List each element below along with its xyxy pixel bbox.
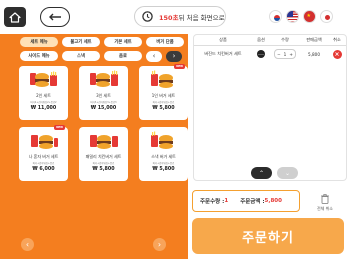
burger-set-image: [29, 71, 57, 87]
menu-item-desc: 버거3+감자튀김3+음료3: [90, 101, 117, 104]
cart-header: 상품 옵션 수량 판매금액 취소: [194, 35, 346, 46]
menu-grid: 2인 세트 버거2+감자튀김2+음료2 ₩ 11,000 3인 세트 버거3+감…: [19, 64, 188, 181]
order-button[interactable]: 주문하기: [192, 218, 344, 254]
menu-item-name: 1인 버거 세트: [151, 93, 176, 98]
timeout-timer: 150초 뒤 처음 화면으로: [134, 6, 226, 27]
category-next-button[interactable]: ›: [166, 51, 182, 62]
menu-item-name: 2인 세트: [36, 93, 51, 98]
quantity-stepper: − 1 +: [274, 49, 296, 59]
header-cancel: 취소: [333, 37, 341, 42]
option-button[interactable]: …: [257, 50, 265, 58]
burger-set-image: [89, 135, 118, 149]
chevron-right-icon: ›: [157, 239, 162, 249]
arrow-left-icon: [49, 13, 61, 21]
category-set-menu[interactable]: 세트 메뉴: [20, 37, 58, 47]
menu-item-desc: 버거2+감자튀김2+음료2: [30, 101, 57, 104]
order-summary: 주문수량 : 1 주문금액 : 5,800: [192, 190, 300, 212]
category-bulgogi-set[interactable]: 불고기 세트: [62, 37, 100, 47]
cart-scroll-buttons: ⌃ ⌄: [251, 167, 298, 179]
trash-icon: [321, 194, 329, 204]
menu-item-card[interactable]: 패밀리 치킨버거 세트 버거+감자튀김+음료 ₩ 5,800: [79, 127, 128, 181]
amount-value: 5,800: [264, 198, 282, 204]
chevron-down-icon: ⌄: [284, 169, 291, 177]
menu-item-name: 패밀리 치킨버거 세트: [85, 154, 122, 159]
order-button-label: 주문하기: [242, 230, 294, 246]
scroll-up-button[interactable]: ⌃: [251, 167, 272, 179]
menu-item-card[interactable]: NEW 1인 버거 세트 버거+감자튀김+음료 ₩ 5,800: [139, 64, 188, 120]
language-selector: ★: [269, 10, 333, 23]
chevron-up-icon: ⌃: [258, 169, 265, 177]
top-bar: 150초 뒤 처음 화면으로 ★: [0, 0, 354, 34]
category-snack[interactable]: 스낵: [62, 51, 100, 61]
timer-text: 뒤 처음 화면으로: [178, 13, 225, 22]
category-side-menu[interactable]: 사이드 메뉴: [20, 51, 58, 61]
menu-item-desc: 버거+감자튀김+음료: [152, 101, 175, 104]
header-quantity: 수량: [281, 37, 289, 42]
clear-all-label: 전체 취소: [317, 206, 333, 211]
amount-label: 주문금액 :: [240, 199, 265, 205]
cart-item-row: 버진드 치킨버거 세트 … − 1 + 5,800 ×: [194, 46, 346, 62]
category-drinks[interactable]: 음료: [104, 51, 142, 61]
menu-item-price: ₩ 11,000: [30, 106, 57, 111]
usa-flag-icon[interactable]: [286, 10, 299, 23]
menu-item-price: ₩ 5,800: [152, 167, 175, 172]
home-icon: [9, 11, 21, 23]
qty-value: 1: [224, 198, 229, 204]
korean-flag-icon[interactable]: [269, 10, 282, 23]
remove-item-button[interactable]: ×: [332, 49, 342, 59]
chevron-left-icon: ‹: [25, 239, 30, 249]
header-price: 판매금액: [306, 37, 322, 42]
menu-item-desc: 버거+감자튀김+음료: [152, 162, 175, 165]
burger-set-image: [150, 70, 173, 88]
clear-all-button[interactable]: 전체 취소: [308, 194, 342, 212]
category-burger-single[interactable]: 버거 단품: [146, 37, 184, 47]
menu-item-card[interactable]: NEW 나 혼자 버거 세트 버거+감자튀김+음료 ₩ 6,000: [19, 125, 68, 181]
menu-item-card[interactable]: 3인 세트 버거3+감자튀김3+음료3 ₩ 15,000: [79, 66, 128, 120]
category-row-2: 사이드 메뉴 스낵 음료 ‹ ›: [20, 51, 182, 62]
menu-item-name: 나 혼자 버거 세트: [28, 154, 59, 159]
clock-icon: [142, 11, 153, 22]
page-prev-button[interactable]: ‹: [21, 238, 34, 251]
timer-seconds: 150초: [159, 13, 179, 22]
burger-set-image: [30, 135, 58, 149]
china-flag-icon[interactable]: ★: [303, 10, 316, 23]
menu-item-price: ₩ 6,000: [32, 167, 55, 172]
menu-panel: 세트 메뉴 불고기 세트 기본 세트 버거 단품 사이드 메뉴 스낵 음료 ‹ …: [0, 34, 188, 259]
home-button[interactable]: [4, 7, 26, 27]
minus-button[interactable]: −: [277, 52, 281, 57]
back-button[interactable]: [40, 7, 70, 27]
burger-set-image: [89, 70, 118, 87]
menu-item-desc: 버거+감자튀김+음료: [32, 162, 55, 165]
category-row-1: 세트 메뉴 불고기 세트 기본 세트 버거 단품: [20, 37, 184, 47]
header-product: 상품: [219, 37, 227, 42]
page-next-button[interactable]: ›: [153, 238, 166, 251]
menu-item-name: 스낵 버거 세트: [151, 154, 176, 159]
menu-item-card[interactable]: 2인 세트 버거2+감자튀김2+음료2 ₩ 11,000: [19, 66, 68, 120]
burger-set-image: [150, 131, 173, 149]
header-option: 옵션: [257, 37, 265, 42]
plus-button[interactable]: +: [289, 52, 293, 57]
cart-panel: 상품 옵션 수량 판매금액 취소 버진드 치킨버거 세트 … − 1 + 5,8…: [188, 34, 354, 259]
menu-item-price: ₩ 5,800: [152, 106, 175, 111]
menu-item-name: 3인 세트: [96, 93, 111, 98]
menu-item-price: ₩ 5,800: [92, 167, 115, 172]
category-basic-set[interactable]: 기본 세트: [104, 37, 142, 47]
cart-list: 상품 옵션 수량 판매금액 취소 버진드 치킨버거 세트 … − 1 + 5,8…: [193, 34, 347, 181]
scroll-down-button[interactable]: ⌄: [277, 167, 298, 179]
qty-label: 주문수량 :: [200, 199, 225, 205]
menu-item-price: ₩ 15,000: [90, 106, 117, 111]
cart-item-price: 5,800: [308, 51, 320, 57]
cart-item-qty: 1: [283, 51, 287, 57]
category-prev-button[interactable]: ‹: [146, 51, 162, 62]
menu-item-card[interactable]: 스낵 버거 세트 버거+감자튀김+음료 ₩ 5,800: [139, 127, 188, 181]
menu-item-desc: 버거+감자튀김+음료: [92, 162, 115, 165]
cart-item-name: 버진드 치킨버거 세트: [204, 51, 242, 56]
japan-flag-icon[interactable]: [320, 10, 333, 23]
